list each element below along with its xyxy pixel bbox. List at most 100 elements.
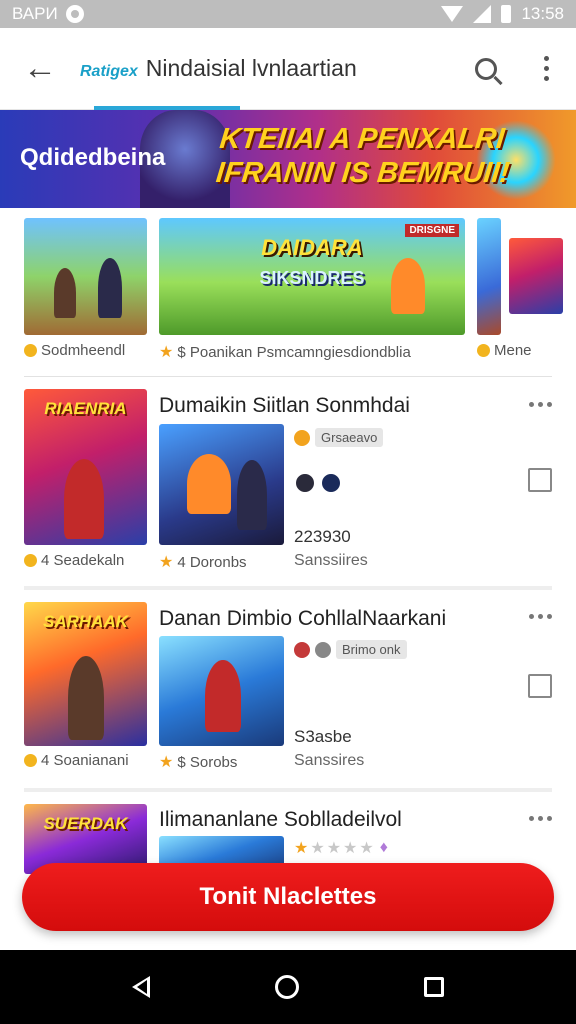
carousel-card-image[interactable] (477, 218, 501, 335)
avatar (294, 472, 316, 494)
app-bar-actions (456, 28, 576, 110)
carousel-card-meta: Mene (477, 342, 532, 359)
category-label: Grsaeavo (315, 428, 384, 447)
game-screenshot-image (159, 636, 284, 746)
featured-carousel: Sodmheendl DRISGNE DAIDARA SIKSNDRES ★ $… (0, 218, 576, 368)
carousel-card-label: $ Poanikan Psmcamngiesdiondblia (177, 343, 411, 361)
select-checkbox[interactable] (528, 674, 552, 698)
player-count: 223930 (294, 527, 351, 546)
category-chip: Brimo onk (294, 640, 407, 659)
divider (24, 376, 552, 377)
item-meta-mid: ★ $ Sorobs (159, 752, 237, 772)
back-button[interactable]: ← (0, 28, 80, 110)
battery-icon (501, 5, 512, 23)
character-figure (237, 460, 267, 530)
star-icon: ★ (359, 840, 374, 857)
player-count: S3asbe (294, 727, 352, 746)
item-meta-left: 4 Soanianani (24, 752, 129, 769)
image-title: DAIDARA (261, 235, 363, 260)
character-figure (98, 258, 122, 318)
star-icon: ★ (159, 344, 174, 361)
category-icon (294, 641, 310, 658)
nav-home-icon[interactable] (274, 975, 299, 999)
divider (24, 586, 552, 590)
character-figure (54, 268, 76, 318)
status-time: 13:58 (521, 4, 564, 23)
wifi-icon (441, 6, 464, 22)
carousel-card-image[interactable]: DRISGNE DAIDARA SIKSNDRES (159, 218, 465, 335)
carousel-card-label: Sodmheendl (41, 342, 126, 359)
player-avatars (294, 472, 342, 494)
search-icon (475, 57, 497, 80)
item-title: Danan Dimbio CohllalNaarkani (159, 607, 447, 630)
banner-headline-line1: KTEIIAI A PENXALRI (218, 123, 507, 155)
select-checkbox[interactable] (528, 468, 552, 492)
star-icon: ★ (326, 840, 342, 857)
item-subtitle: Sanssiires (294, 552, 368, 569)
item-more-button[interactable] (529, 816, 552, 821)
star-icon: ★ (343, 840, 358, 857)
divider (24, 788, 552, 792)
star-icon: ★ (294, 840, 309, 857)
nav-recents-icon[interactable] (423, 977, 444, 997)
category-icon (315, 641, 331, 658)
primary-action-button[interactable]: Tonit Nlaclettes (22, 863, 554, 931)
item-more-button[interactable] (529, 614, 552, 619)
coin-icon (24, 344, 37, 357)
banner-headline-line2: IFRANIN IS BEMRUII! (214, 157, 512, 189)
character-figure (205, 660, 241, 732)
category-chip: Grsaeavo (294, 428, 384, 447)
character-figure (187, 454, 231, 514)
page-title: Nindaisial lvnlaartian (145, 55, 357, 81)
character-figure (391, 258, 425, 314)
game-screenshot-image (159, 424, 284, 545)
item-more-button[interactable] (529, 402, 552, 407)
banner-left-text: Qdidedbeina (20, 144, 166, 171)
status-bar: ВАРИ 13:58 (0, 0, 576, 28)
carousel-card-label: Mene (494, 342, 532, 359)
star-icon: ★ (159, 754, 174, 771)
status-carrier: ВАРИ (12, 4, 58, 23)
notification-icon (65, 5, 84, 23)
title-group: Ratigex Nindaisial lvnlaartian (80, 55, 357, 82)
category-icon (294, 429, 310, 446)
meta-mid-label: 4 Doronbs (177, 553, 247, 571)
poster-title: RIAENRIA (44, 399, 127, 418)
item-meta-left: 4 Seadekaln (24, 552, 124, 569)
brand-logo: Ratigex (80, 63, 138, 80)
poster-title: SARHAAK (43, 612, 128, 631)
carousel-card-image[interactable] (509, 238, 563, 314)
coin-icon (24, 754, 37, 767)
avatar (320, 472, 342, 494)
search-button[interactable] (456, 28, 516, 110)
more-vertical-icon (543, 56, 549, 81)
star-icon: ★ (310, 840, 325, 857)
overflow-menu-button[interactable] (516, 28, 576, 110)
character-figure (68, 656, 104, 740)
item-title: Ilimananlane Soblladeilvol (159, 808, 402, 831)
system-nav-bar (0, 950, 576, 1024)
banner-headline: KTEIIAI A PENXALRI IFRANIN IS BEMRUII! (214, 122, 514, 190)
rating-stars: ★ ★ ★ ★ ★ ♦ (294, 838, 388, 858)
item-meta-mid: ★ 4 Doronbs (159, 552, 247, 572)
poster-title: SUERDAK (43, 814, 128, 833)
coin-icon (477, 344, 490, 357)
game-poster-image: RIAENRIA (24, 389, 147, 545)
item-title: Dumaikin Siitlan Sonmhdai (159, 394, 410, 417)
game-poster-image: SARHAAK (24, 602, 147, 746)
meta-left-label: 4 Seadekaln (41, 552, 125, 569)
carousel-card-image[interactable] (24, 218, 147, 335)
gem-icon: ♦ (379, 839, 388, 856)
app-bar: ← Ratigex Nindaisial lvnlaartian (0, 28, 576, 110)
category-label: Brimo onk (336, 640, 407, 659)
signal-icon (473, 5, 492, 23)
arrow-left-icon: ← (23, 49, 57, 87)
meta-left-label: 4 Soanianani (41, 752, 129, 769)
nav-back-icon[interactable] (132, 976, 151, 998)
item-subtitle: Sanssires (294, 752, 365, 769)
meta-mid-label: $ Sorobs (177, 753, 238, 771)
character-figure (64, 459, 104, 539)
carousel-card-meta: Sodmheendl (24, 342, 125, 359)
promo-banner[interactable]: Qdidedbeina KTEIIAI A PENXALRI IFRANIN I… (0, 110, 576, 208)
star-icon: ★ (159, 554, 174, 571)
